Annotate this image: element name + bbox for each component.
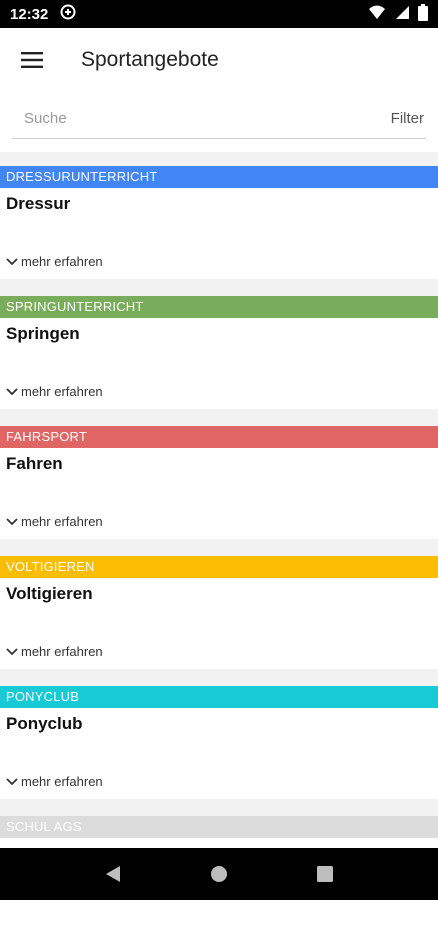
list-item[interactable]: DRESSURUNTERRICHT Dressur mehr erfahren xyxy=(0,166,438,279)
list-item[interactable]: SPRINGUNTERRICHT Springen mehr erfahren xyxy=(0,296,438,409)
more-info-link[interactable]: mehr erfahren xyxy=(6,514,103,529)
card-title: Voltigieren xyxy=(6,584,93,603)
chevron-down-icon xyxy=(6,257,18,265)
category-header: SCHUL AGS xyxy=(0,816,438,838)
chevron-down-icon xyxy=(6,777,18,785)
search-input[interactable] xyxy=(12,109,391,127)
list-item[interactable]: PONYCLUB Ponyclub mehr erfahren xyxy=(0,686,438,799)
more-info-label: mehr erfahren xyxy=(21,254,103,269)
battery-icon xyxy=(418,3,428,25)
status-time: 12:32 xyxy=(10,5,49,23)
card-title: Springen xyxy=(6,324,80,343)
chevron-down-icon xyxy=(6,387,18,395)
app-bar: Sportangebote xyxy=(0,28,438,92)
signal-icon xyxy=(394,4,410,24)
search-area: Filter xyxy=(0,92,438,152)
system-navigation-bar xyxy=(0,848,438,900)
app-notification-icon xyxy=(60,4,76,24)
list-item[interactable]: FAHRSPORT Fahren mehr erfahren xyxy=(0,426,438,539)
category-header: SPRINGUNTERRICHT xyxy=(0,296,438,318)
home-button[interactable] xyxy=(199,854,239,894)
chevron-down-icon xyxy=(6,647,18,655)
category-header: DRESSURUNTERRICHT xyxy=(0,166,438,188)
more-info-label: mehr erfahren xyxy=(21,514,103,529)
wifi-icon xyxy=(368,4,386,24)
list-item[interactable]: VOLTIGIEREN Voltigieren mehr erfahren xyxy=(0,556,438,669)
more-info-link[interactable]: mehr erfahren xyxy=(6,384,103,399)
hamburger-menu-icon xyxy=(21,52,43,68)
card-title: Fahren xyxy=(6,454,63,473)
status-bar: 12:32 xyxy=(0,0,438,28)
recents-button[interactable] xyxy=(305,854,345,894)
back-triangle-icon xyxy=(106,866,120,882)
more-info-link[interactable]: mehr erfahren xyxy=(6,774,103,789)
more-info-link[interactable]: mehr erfahren xyxy=(6,644,103,659)
more-info-label: mehr erfahren xyxy=(21,384,103,399)
filter-button[interactable]: Filter xyxy=(391,110,426,127)
more-info-link[interactable]: mehr erfahren xyxy=(6,254,103,269)
category-header: PONYCLUB xyxy=(0,686,438,708)
category-header: FAHRSPORT xyxy=(0,426,438,448)
page-title: Sportangebote xyxy=(81,48,219,71)
recents-square-icon xyxy=(317,866,333,882)
menu-button[interactable] xyxy=(0,28,64,92)
back-button[interactable] xyxy=(93,854,133,894)
more-info-label: mehr erfahren xyxy=(21,644,103,659)
category-header: VOLTIGIEREN xyxy=(0,556,438,578)
home-circle-icon xyxy=(211,866,227,882)
chevron-down-icon xyxy=(6,517,18,525)
card-title: Ponyclub xyxy=(6,714,83,733)
more-info-label: mehr erfahren xyxy=(21,774,103,789)
card-title: Dressur xyxy=(6,194,71,213)
search-row: Filter xyxy=(12,98,426,139)
